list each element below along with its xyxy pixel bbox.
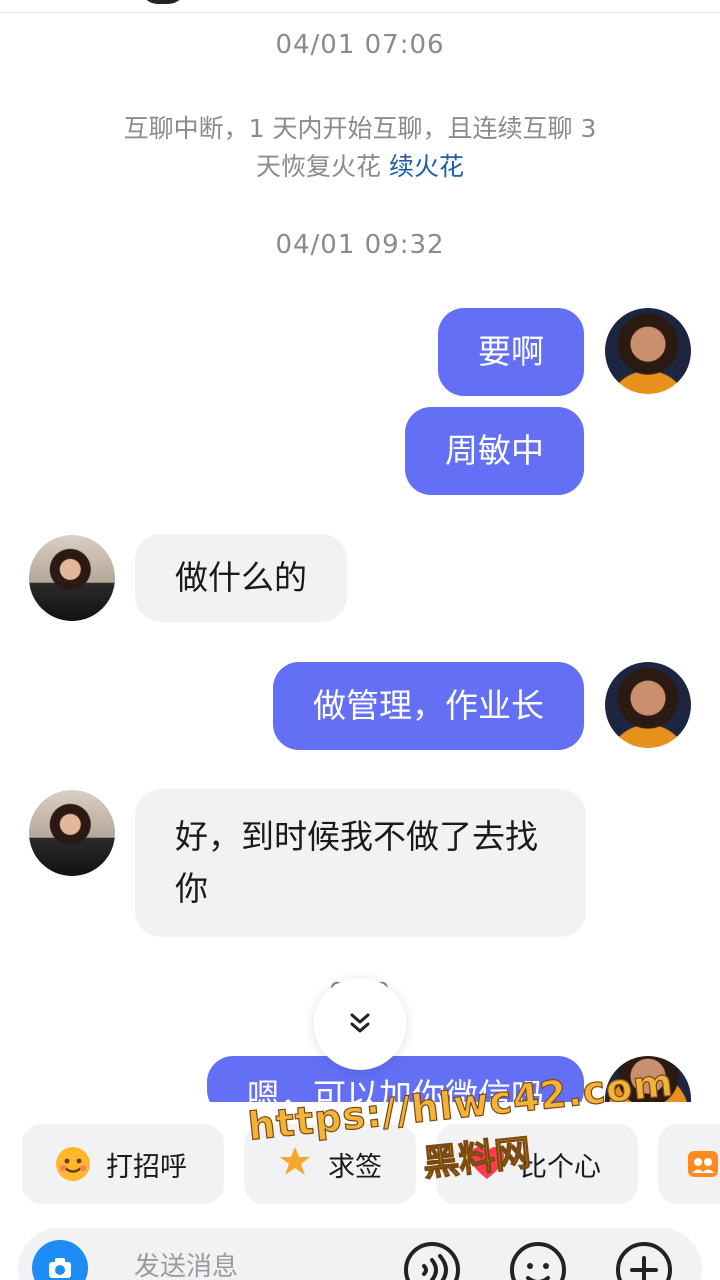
my-avatar[interactable]: [605, 662, 691, 748]
message-bubble-incoming[interactable]: 做什么的: [135, 534, 347, 622]
message-input-bar: 发送消息: [18, 1228, 702, 1280]
lucky-draw-icon: [274, 1143, 316, 1185]
system-notice-text: 互聊中断，1 天内开始互聊，且连续互聊 3 天恢复火花: [123, 114, 597, 181]
scroll-to-bottom-button[interactable]: [314, 978, 406, 1070]
contact-avatar[interactable]: [29, 535, 115, 621]
camera-button[interactable]: [32, 1240, 88, 1280]
system-notice: 互聊中断，1 天内开始互聊，且连续互聊 3 天恢复火花 续火花: [110, 110, 610, 186]
group-icon: [686, 1143, 720, 1185]
quick-action-label: 打招呼: [106, 1151, 187, 1183]
message-input[interactable]: 发送消息: [134, 1246, 238, 1280]
contact-avatar[interactable]: [29, 790, 115, 876]
smile-wave-icon: [52, 1143, 94, 1185]
my-avatar[interactable]: [605, 308, 691, 394]
quick-action-label: 比个心: [520, 1151, 601, 1183]
message-bubble-incoming[interactable]: 好，到时候我不做了去找你: [135, 789, 586, 937]
emoji-icon[interactable]: [508, 1240, 568, 1280]
plus-icon[interactable]: [614, 1240, 674, 1280]
camera-icon: [49, 1258, 71, 1278]
timestamp: 04/01 09:32: [275, 230, 445, 260]
message-bubble-outgoing[interactable]: 做管理，作业长: [273, 662, 584, 750]
message-bubble-outgoing[interactable]: 周敏中: [405, 407, 584, 495]
status-bar-fragment: [140, 0, 186, 4]
double-chevron-down-icon: [350, 1013, 370, 1033]
quick-action-greet[interactable]: 打招呼: [22, 1124, 224, 1204]
quick-action-heart[interactable]: 比个心: [436, 1124, 638, 1204]
my-avatar[interactable]: [605, 1056, 691, 1104]
message-bubble-outgoing[interactable]: 要啊: [438, 308, 584, 396]
heart-icon: [466, 1143, 508, 1185]
quick-action-group[interactable]: [658, 1124, 720, 1204]
voice-icon[interactable]: [402, 1240, 462, 1280]
quick-action-lucky-draw[interactable]: 求签: [244, 1124, 416, 1204]
quick-action-label: 求签: [328, 1151, 382, 1183]
renew-spark-link[interactable]: 续火花: [389, 152, 464, 181]
timestamp: 04/01 07:06: [275, 30, 445, 60]
header-divider: [0, 12, 720, 13]
